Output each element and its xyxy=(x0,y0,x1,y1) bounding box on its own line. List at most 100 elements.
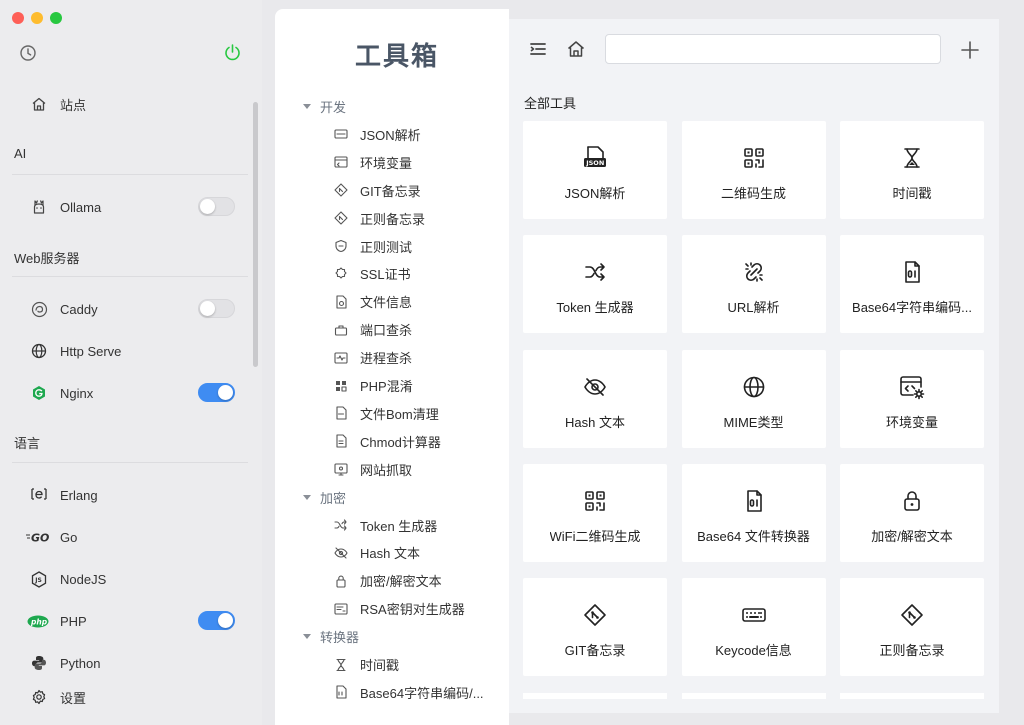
tool-card[interactable]: GIT备忘录 xyxy=(523,578,667,677)
chevron-down-icon xyxy=(303,494,311,500)
certificate-icon xyxy=(334,267,348,281)
tree-item-label: 加密/解密文本 xyxy=(360,574,442,590)
sidebar-item-label: Caddy xyxy=(60,301,98,317)
shield-icon xyxy=(334,239,348,253)
tree-item[interactable]: Token 生成器 xyxy=(334,516,437,535)
binary-file-icon xyxy=(899,259,925,285)
tree-item[interactable]: 文件信息 xyxy=(334,292,412,311)
tree-group-1[interactable]: 加密 xyxy=(303,488,346,507)
tree-item[interactable]: 网站抓取 xyxy=(334,460,412,479)
tool-card[interactable]: 环境变量 xyxy=(840,349,984,448)
home-icon[interactable] xyxy=(566,39,586,59)
tree-item[interactable]: 环境变量 xyxy=(334,153,412,172)
tree-item[interactable]: Base64字符串编码/... xyxy=(334,683,484,702)
all-tools-heading: 全部工具 xyxy=(524,96,577,111)
tree-item[interactable]: Chmod计算器 xyxy=(334,432,441,451)
sidebar-item-sites[interactable]: 站点 xyxy=(30,93,86,115)
sidebar-item-ollama[interactable]: Ollama xyxy=(30,196,101,218)
tree-group-0[interactable]: 开发 xyxy=(303,97,346,116)
tree-item[interactable]: Hash 文本 xyxy=(334,543,420,562)
tool-card[interactable]: 正则备忘录 xyxy=(840,578,984,677)
nginx-toggle[interactable] xyxy=(198,383,235,402)
sidebar-item-label: NodeJS xyxy=(60,571,107,587)
tree-item-label: 正则测试 xyxy=(360,239,413,255)
tool-card[interactable]: 二维码生成 xyxy=(681,121,826,219)
minimize-window-button[interactable] xyxy=(31,12,43,24)
web-crawl-icon xyxy=(334,462,348,476)
tool-card-label: Base64字符串编码... xyxy=(852,300,972,316)
sidebar: 站点 AI Ollama Web服务器 Caddy Http Serve Ngi… xyxy=(0,0,262,725)
tool-card[interactable]: Token 生成器 xyxy=(523,235,667,334)
port-icon xyxy=(334,323,348,337)
tool-card[interactable]: WiFi二维码生成 xyxy=(523,463,667,562)
tree-item[interactable]: RSA密钥对生成器 xyxy=(334,599,465,618)
process-monitor-icon xyxy=(334,351,348,365)
sidebar-item-erlang[interactable]: Erlang xyxy=(30,484,98,506)
code-window-icon xyxy=(334,155,348,169)
tool-card-label: GIT备忘录 xyxy=(564,643,626,659)
sidebar-divider xyxy=(12,276,248,277)
tree-item-label: Hash 文本 xyxy=(360,546,420,562)
sidebar-item-python[interactable]: Python xyxy=(30,652,100,674)
sidebar-scrollbar[interactable] xyxy=(253,102,258,367)
tree-group-2[interactable]: 转换器 xyxy=(303,627,359,646)
tool-card[interactable]: Keycode信息 xyxy=(681,578,826,677)
git-icon xyxy=(899,602,925,628)
clock-icon[interactable] xyxy=(19,44,37,62)
search-input[interactable] xyxy=(605,34,941,64)
caddy-toggle[interactable] xyxy=(198,299,235,318)
sidebar-item-php[interactable]: php PHP xyxy=(27,610,87,632)
tool-card[interactable]: 加密/解密文本 xyxy=(840,463,984,562)
sidebar-divider xyxy=(12,174,248,175)
tree-item[interactable]: SSL证书 xyxy=(334,264,411,283)
sidebar-item-label: Erlang xyxy=(60,487,98,503)
toolbox-tree-panel: 工具箱 开发 JSON解析 环境变量 GIT备忘录 正则备忘录正则测试 SSL证书文件信息… xyxy=(275,9,509,725)
tool-card[interactable]: JSON JSON解析 xyxy=(523,121,667,219)
tool-card[interactable]: Base64字符串编码... xyxy=(840,235,984,334)
tree-item[interactable]: GIT备忘录 xyxy=(334,181,421,200)
menu-collapse-icon[interactable] xyxy=(528,39,548,59)
sidebar-item-nodejs[interactable]: JS NodeJS xyxy=(30,568,106,590)
ollama-toggle[interactable] xyxy=(198,197,235,216)
close-window-button[interactable] xyxy=(12,12,24,24)
tree-item[interactable]: 进程查杀 xyxy=(334,348,412,367)
tree-item-label: Token 生成器 xyxy=(360,518,438,534)
sidebar-item-http-serve[interactable]: Http Serve xyxy=(30,340,121,362)
tree-item[interactable]: 端口查杀 xyxy=(334,320,412,339)
json-file-icon: JSON xyxy=(582,145,608,171)
sidebar-item-go[interactable]: GO Go xyxy=(26,526,77,548)
tree-item-label: Chmod计算器 xyxy=(360,434,441,450)
tool-card[interactable]: 时间戳 xyxy=(840,121,984,219)
power-icon[interactable] xyxy=(223,43,242,62)
php-icon: php xyxy=(27,612,49,630)
sidebar-item-caddy[interactable]: Caddy xyxy=(30,298,98,320)
zoom-window-button[interactable] xyxy=(50,12,62,24)
tool-card[interactable]: URL解析 xyxy=(681,235,826,334)
tree-item[interactable]: 正则备忘录 xyxy=(334,209,425,228)
go-icon: GO xyxy=(26,528,50,546)
tree-item[interactable]: 文件Bom清理 xyxy=(334,404,439,423)
sidebar-item-settings[interactable]: 设置 xyxy=(30,686,86,708)
tool-card-label: 加密/解密文本 xyxy=(871,528,953,544)
qrcode-icon xyxy=(582,488,608,514)
tool-card[interactable]: MIME类型 xyxy=(681,349,826,448)
tree-item[interactable]: JSON解析 xyxy=(334,125,421,144)
sidebar-section-languages: 语言 xyxy=(14,436,41,451)
tool-card[interactable]: Base64 文件转换器 xyxy=(681,463,826,562)
card-partial xyxy=(523,693,667,699)
tree-item[interactable]: 时间戳 xyxy=(334,655,399,674)
tree-item-label: 文件Bom清理 xyxy=(360,406,439,422)
php-toggle[interactable] xyxy=(198,611,235,630)
tool-card[interactable]: Hash 文本 xyxy=(523,349,667,448)
tree-item[interactable]: PHP混淆 xyxy=(334,376,413,395)
home-icon xyxy=(30,95,48,113)
toolbox-title: 工具箱 xyxy=(354,41,439,71)
sidebar-item-label: 站点 xyxy=(60,97,87,113)
binary-file-icon xyxy=(741,488,767,514)
sidebar-divider xyxy=(12,462,248,463)
add-icon[interactable] xyxy=(960,40,980,60)
tree-item[interactable]: 加密/解密文本 xyxy=(334,571,442,590)
binary-file-icon xyxy=(334,685,348,699)
sidebar-item-nginx[interactable]: Nginx xyxy=(30,382,93,404)
tree-item[interactable]: 正则测试 xyxy=(334,237,412,256)
